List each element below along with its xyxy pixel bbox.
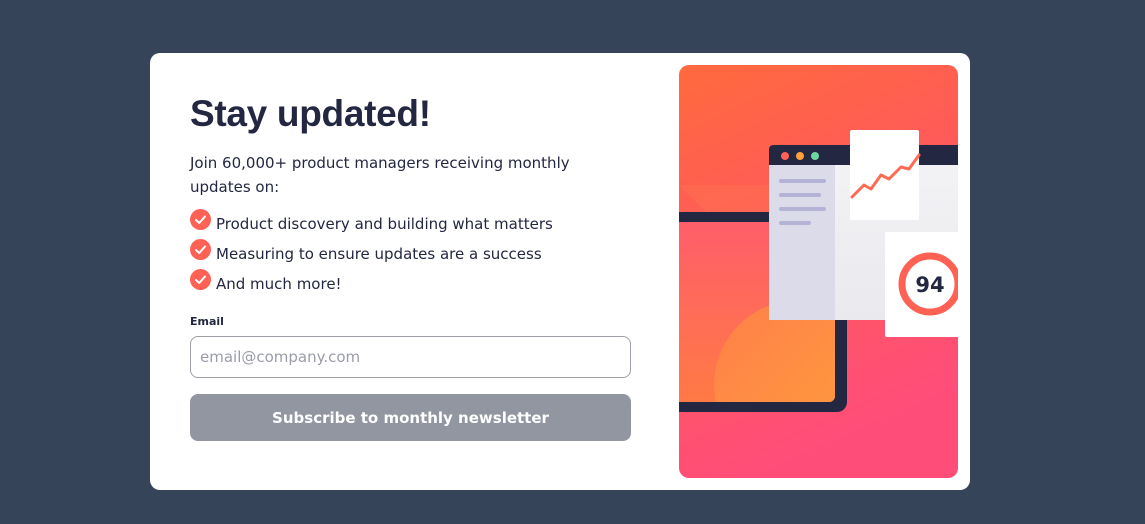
page-title: Stay updated! [190, 93, 431, 134]
check-circle-icon [190, 239, 211, 260]
check-circle-icon [190, 269, 211, 290]
newsletter-card: Stay updated! Join 60,000+ product manag… [150, 53, 970, 490]
check-circle-icon [190, 209, 211, 230]
email-label: Email [190, 315, 224, 328]
email-field[interactable] [190, 336, 631, 378]
subscribe-button[interactable]: Subscribe to monthly newsletter [190, 394, 631, 441]
list-item: And much more! [190, 269, 553, 299]
list-item: Measuring to ensure updates are a succes… [190, 239, 553, 269]
score-value: 94 [915, 273, 944, 297]
list-item: Product discovery and building what matt… [190, 209, 553, 239]
hero-illustration: 94 [679, 65, 958, 478]
intro-text: Join 60,000+ product managers receiving … [190, 154, 570, 196]
feature-text: And much more! [216, 275, 342, 293]
illustration-graphic: 94 [679, 65, 958, 478]
feature-list: Product discovery and building what matt… [190, 209, 553, 299]
feature-text: Measuring to ensure updates are a succes… [216, 245, 542, 263]
feature-text: Product discovery and building what matt… [216, 215, 553, 233]
